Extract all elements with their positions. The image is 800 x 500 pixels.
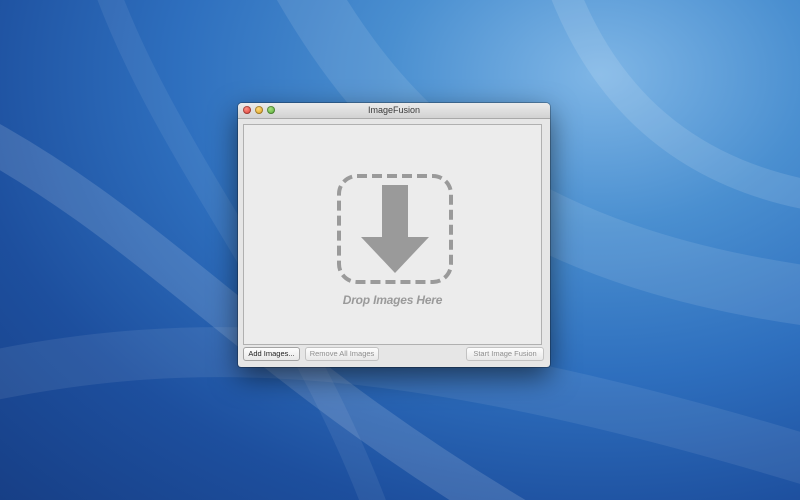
add-images-button[interactable]: Add Images... [243, 347, 300, 361]
desktop: ImageFusion Drop Images Here Add Images.… [0, 0, 800, 500]
start-image-fusion-button[interactable]: Start Image Fusion [466, 347, 544, 361]
image-drop-zone[interactable]: Drop Images Here [243, 124, 542, 345]
drop-images-label: Drop Images Here [342, 293, 443, 307]
remove-all-images-button[interactable]: Remove All Images [305, 347, 379, 361]
window-titlebar[interactable]: ImageFusion [238, 103, 550, 119]
download-arrow-icon [337, 174, 453, 284]
window-title: ImageFusion [367, 105, 421, 115]
imagefusion-window: ImageFusion Drop Images Here Add Images.… [238, 103, 550, 367]
